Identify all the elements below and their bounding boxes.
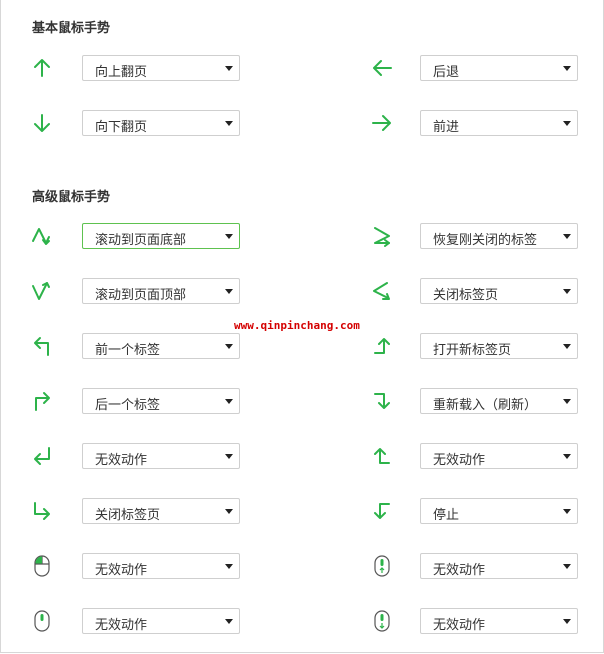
chevron-down-icon	[225, 121, 233, 126]
chevron-down-icon	[225, 399, 233, 404]
gesture-up-left-icon	[30, 334, 54, 358]
gesture-right-left-select[interactable]: 恢复刚关闭的标签	[420, 223, 578, 249]
chevron-down-icon	[563, 66, 571, 71]
watermark-text: www.qinpinchang.com	[234, 319, 360, 332]
chevron-down-icon	[225, 66, 233, 71]
gesture-up-down-select[interactable]: 滚动到页面底部	[82, 223, 240, 249]
gesture-up-left-select[interactable]: 前一个标签	[82, 333, 240, 359]
chevron-down-icon	[563, 289, 571, 294]
gesture-left-right-select[interactable]: 关闭标签页	[420, 278, 578, 304]
gesture-right-down-icon	[370, 389, 394, 413]
chevron-down-icon	[563, 619, 571, 624]
chevron-down-icon	[225, 289, 233, 294]
mouse-wheel-down-select[interactable]: 无效动作	[420, 608, 578, 634]
gesture-right-down-select[interactable]: 重新载入（刷新）	[420, 388, 578, 414]
chevron-down-icon	[563, 564, 571, 569]
chevron-down-icon	[563, 509, 571, 514]
gesture-up-icon	[30, 56, 54, 80]
chevron-down-icon	[563, 344, 571, 349]
mouse-wheel-down-icon	[370, 609, 394, 633]
gesture-down-left-select[interactable]: 无效动作	[82, 443, 240, 469]
mouse-middle-click-icon	[30, 609, 54, 633]
chevron-down-icon	[563, 121, 571, 126]
gesture-down-select[interactable]: 向下翻页	[82, 110, 240, 136]
chevron-down-icon	[563, 399, 571, 404]
gesture-left-select[interactable]: 后退	[420, 55, 578, 81]
gesture-up-right-icon	[30, 389, 54, 413]
section-title-basic: 基本鼠标手势	[32, 21, 111, 36]
gesture-right-select[interactable]: 前进	[420, 110, 578, 136]
gesture-left-icon	[370, 56, 394, 80]
gesture-down-left-icon	[30, 444, 54, 468]
section-title-advanced: 高级鼠标手势	[32, 190, 111, 205]
gesture-down-icon	[30, 111, 54, 135]
gesture-down-up-icon	[30, 279, 54, 303]
gesture-down-right-icon	[30, 499, 54, 523]
chevron-down-icon	[225, 509, 233, 514]
gesture-up-right-select[interactable]: 后一个标签	[82, 388, 240, 414]
gesture-right-up-select[interactable]: 打开新标签页	[420, 333, 578, 359]
gesture-right-icon	[370, 111, 394, 135]
gesture-left-down-icon	[370, 499, 394, 523]
chevron-down-icon	[225, 564, 233, 569]
gesture-up-select[interactable]: 向上翻页	[82, 55, 240, 81]
chevron-down-icon	[563, 454, 571, 459]
gesture-up-down-icon	[30, 224, 54, 248]
gesture-right-up-icon	[370, 334, 394, 358]
chevron-down-icon	[225, 454, 233, 459]
chevron-down-icon	[225, 234, 233, 239]
mouse-middle-click-select[interactable]: 无效动作	[82, 608, 240, 634]
gesture-left-down-select[interactable]: 停止	[420, 498, 578, 524]
chevron-down-icon	[563, 234, 571, 239]
mouse-left-click-icon	[30, 554, 54, 578]
gesture-left-up-icon	[370, 444, 394, 468]
chevron-down-icon	[225, 344, 233, 349]
chevron-down-icon	[225, 619, 233, 624]
gesture-down-up-select[interactable]: 滚动到页面顶部	[82, 278, 240, 304]
gesture-left-up-select[interactable]: 无效动作	[420, 443, 578, 469]
gesture-right-left-icon	[370, 224, 394, 248]
mouse-wheel-up-icon	[370, 554, 394, 578]
gesture-down-right-select[interactable]: 关闭标签页	[82, 498, 240, 524]
mouse-wheel-up-select[interactable]: 无效动作	[420, 553, 578, 579]
gesture-left-right-icon	[370, 279, 394, 303]
mouse-left-click-select[interactable]: 无效动作	[82, 553, 240, 579]
